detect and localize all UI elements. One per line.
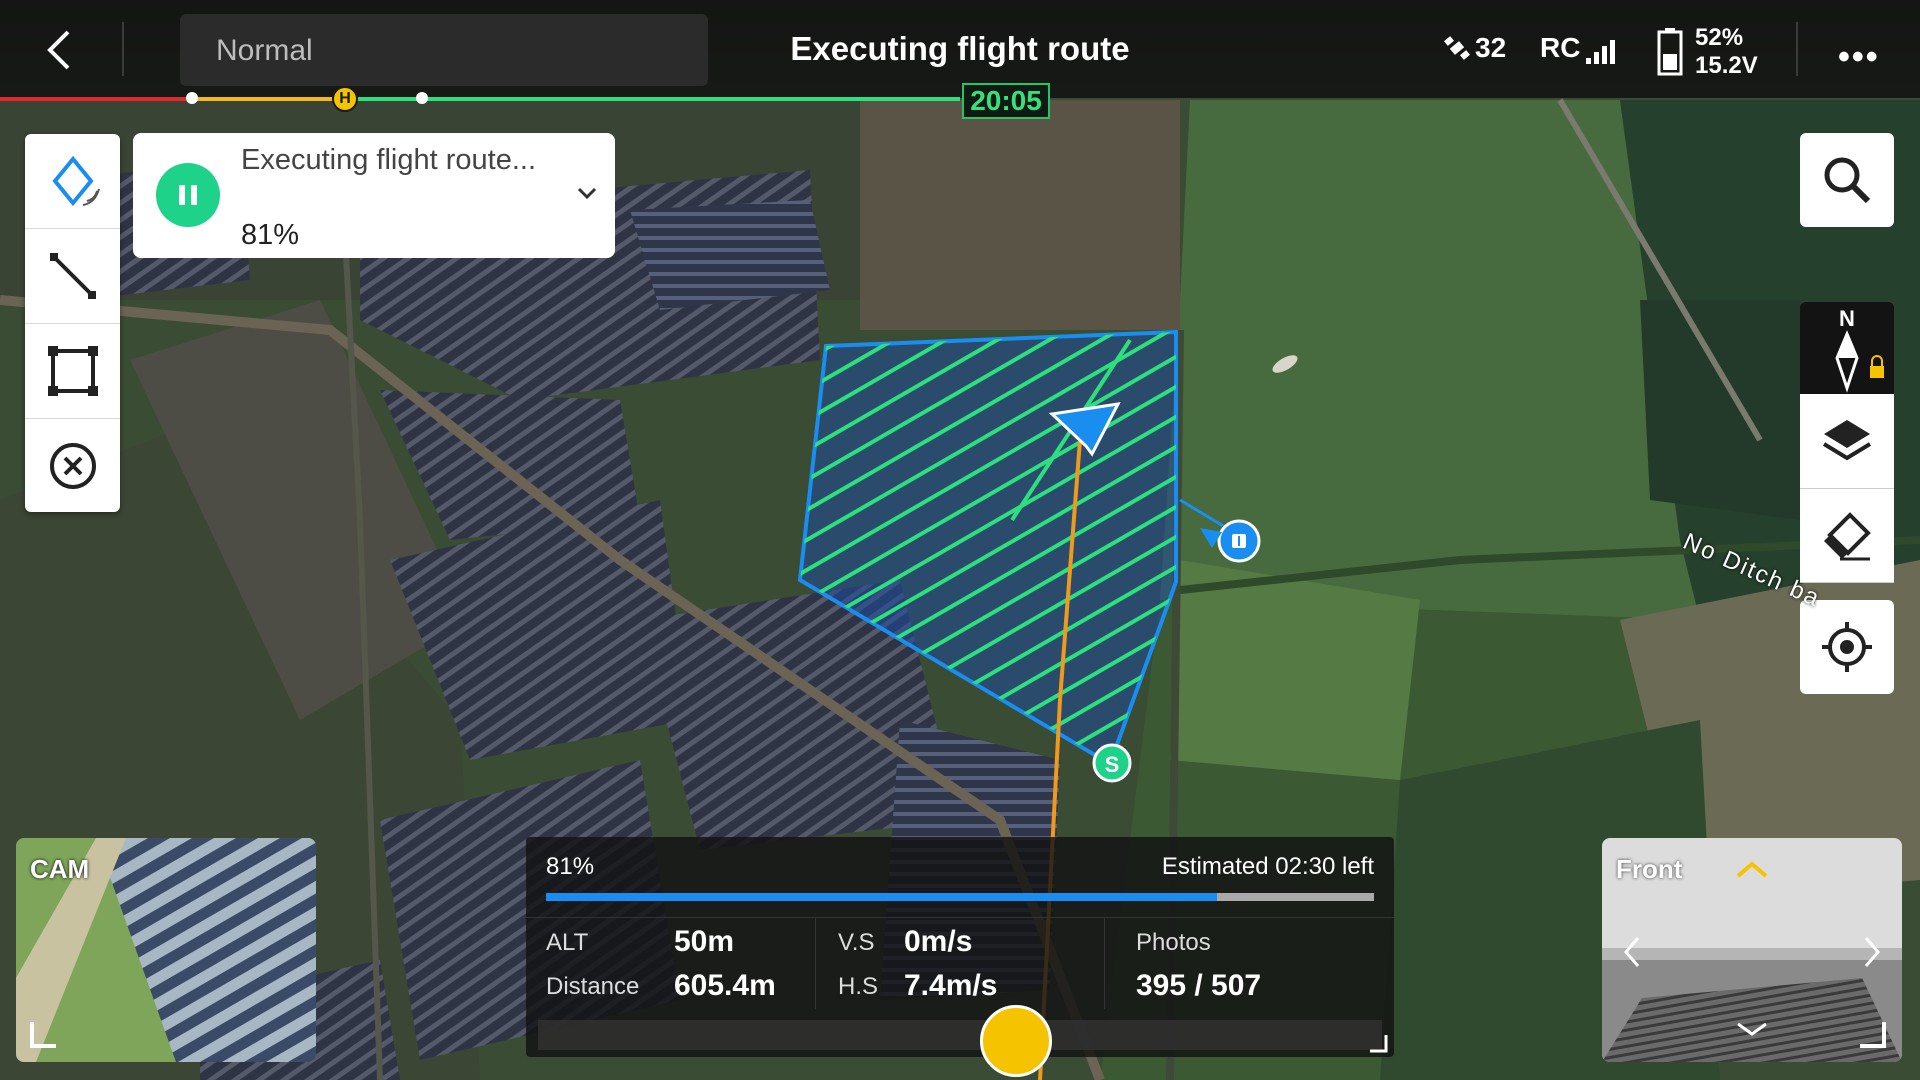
close-circle-icon — [49, 443, 96, 489]
camera-thumbnail[interactable]: CAM — [16, 838, 316, 1062]
hs-label: H.S — [838, 973, 879, 1000]
estimated-time-left: Estimated 02:30 left — [1161, 853, 1374, 880]
expand-corner-icon[interactable] — [1858, 1020, 1888, 1050]
return-home-handle[interactable] — [980, 1005, 1052, 1077]
diamond-waypoint-icon — [51, 155, 100, 207]
back-button[interactable] — [34, 22, 90, 78]
flight-mode-selector[interactable]: Normal — [180, 14, 708, 86]
search-button[interactable] — [1800, 133, 1894, 227]
telemetry-divider — [1104, 917, 1105, 1009]
distance-value: 605.4m — [674, 969, 776, 1002]
chevron-left-icon[interactable] — [1620, 932, 1644, 972]
chevron-up-icon[interactable] — [1732, 858, 1772, 882]
line-segment-icon — [49, 253, 96, 299]
layers-icon — [1822, 420, 1872, 461]
locate-button[interactable] — [1800, 600, 1894, 694]
pause-button[interactable] — [156, 163, 220, 227]
search-icon — [1824, 157, 1871, 204]
svg-text:S: S — [1105, 752, 1120, 777]
satellite-count: 32 — [1475, 32, 1507, 63]
signal-bars-icon — [1586, 40, 1616, 64]
photos-label: Photos — [1136, 929, 1211, 956]
compass-lock-button[interactable]: N — [1800, 302, 1894, 394]
line-tool-button[interactable] — [25, 229, 120, 323]
back-arrow-icon — [47, 30, 70, 70]
chevron-down-icon[interactable] — [569, 175, 605, 211]
vs-label: V.S — [838, 929, 875, 956]
telemetry-divider — [815, 917, 816, 1009]
locate-icon — [1822, 622, 1872, 672]
flight-time-badge: 20:05 — [962, 83, 1050, 119]
start-marker: S — [1092, 743, 1132, 783]
photos-value: 395 / 507 — [1136, 969, 1262, 1002]
task-status-text: Executing flight route... — [241, 144, 536, 176]
rc-label: RC — [1540, 32, 1581, 63]
area-square-icon — [47, 346, 98, 396]
vs-value: 0m/s — [904, 925, 973, 958]
front-view-label: Front — [1616, 854, 1683, 884]
page-title: Executing flight route — [790, 30, 1130, 67]
telemetry-bottom-bar — [538, 1020, 1382, 1050]
separator — [122, 22, 124, 76]
telemetry-panel: 81% Estimated 02:30 left ALT 50m Distanc… — [526, 837, 1394, 1057]
more-button[interactable]: ••• — [1838, 38, 1880, 77]
battery-icon — [1657, 28, 1683, 76]
satellite-icon — [1444, 36, 1470, 60]
separator — [1796, 22, 1798, 76]
distance-label: Distance — [546, 973, 640, 1000]
cancel-tool-button[interactable] — [25, 419, 120, 513]
expand-corner-icon[interactable] — [28, 1020, 58, 1050]
front-view-thumbnail[interactable]: Front — [1602, 838, 1902, 1062]
battery-status[interactable]: 52% 15.2V — [1657, 24, 1758, 80]
hs-value: 7.4m/s — [904, 969, 998, 1002]
compass-lock-icon — [1835, 330, 1884, 393]
eraser-button[interactable] — [1800, 489, 1894, 582]
timeline-waypoint — [186, 92, 198, 104]
timeline-waypoint — [416, 92, 428, 104]
mission-progress-text: 81% — [546, 853, 595, 880]
chevron-down-icon[interactable] — [1732, 1018, 1772, 1042]
layers-button[interactable] — [1800, 394, 1894, 488]
task-status-panel[interactable]: Executing flight route... 81% — [133, 133, 615, 258]
alt-value: 50m — [674, 925, 735, 958]
flight-timeline — [0, 97, 960, 101]
left-toolbar — [25, 134, 120, 512]
expand-corner-icon[interactable] — [1368, 1033, 1388, 1053]
mission-progress-bar — [546, 893, 1374, 901]
task-progress: 81% — [241, 219, 300, 251]
chevron-right-icon[interactable] — [1860, 932, 1884, 972]
pause-icon — [179, 185, 185, 205]
camera-label: CAM — [30, 854, 90, 884]
battery-percent: 52% — [1695, 24, 1744, 51]
more-icon: ••• — [1838, 38, 1880, 76]
top-bar: Normal Executing flight route 32 RC 52% … — [0, 0, 1920, 98]
satellite-status[interactable]: 32 — [1443, 32, 1506, 64]
eraser-icon — [1824, 511, 1871, 560]
mission-progress-fill — [546, 893, 1217, 901]
timeline-home-marker: H — [332, 86, 358, 112]
battery-voltage: 15.2V — [1695, 52, 1758, 79]
flight-mode-label: Normal — [216, 34, 313, 67]
area-tool-button[interactable] — [25, 324, 120, 418]
pause-icon — [191, 185, 197, 205]
waypoint-tool-button[interactable] — [25, 134, 120, 228]
rc-signal[interactable]: RC — [1540, 32, 1616, 64]
alt-label: ALT — [546, 929, 589, 956]
